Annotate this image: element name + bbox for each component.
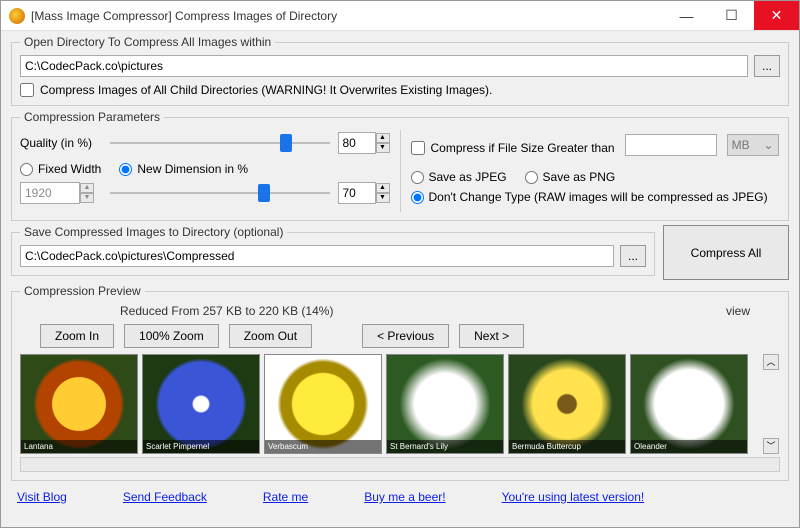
- zoom-100-button[interactable]: 100% Zoom: [124, 324, 219, 348]
- fixed-width-radio[interactable]: [20, 163, 33, 176]
- save-jpeg-radio[interactable]: [411, 171, 424, 184]
- dont-change-radio[interactable]: [411, 191, 424, 204]
- quality-value-input[interactable]: [338, 132, 376, 154]
- dimension-spinner[interactable]: ▲▼: [338, 182, 390, 204]
- next-button[interactable]: Next >: [459, 324, 524, 348]
- app-window: [Mass Image Compressor] Compress Images …: [0, 0, 800, 528]
- rate-me-link[interactable]: Rate me: [263, 490, 308, 504]
- filesize-checkbox[interactable]: [411, 141, 425, 155]
- chevron-down-icon: ⌄: [764, 135, 774, 155]
- minimize-button[interactable]: —: [664, 1, 709, 30]
- thumbnail[interactable]: Scarlet Pimpernel: [142, 354, 260, 454]
- app-icon: [9, 8, 25, 24]
- filesize-unit-select[interactable]: MB ⌄: [727, 134, 779, 156]
- dimension-slider[interactable]: [110, 182, 330, 204]
- fixed-width-down-icon: ▼: [80, 193, 94, 203]
- quality-down-icon[interactable]: ▼: [376, 143, 390, 153]
- quality-spinner[interactable]: ▲▼: [338, 132, 390, 154]
- thumbnail[interactable]: Oleander: [630, 354, 748, 454]
- maximize-button[interactable]: ☐: [709, 1, 754, 30]
- send-feedback-link[interactable]: Send Feedback: [123, 490, 207, 504]
- fixed-width-radio-label[interactable]: Fixed Width: [20, 162, 101, 176]
- compression-parameters-group: Compression Parameters Quality (in %) ▲▼: [11, 110, 789, 221]
- quality-slider[interactable]: [110, 132, 330, 154]
- thumbnail-strip: Lantana Scarlet Pimpernel Verbascum St B…: [20, 354, 756, 454]
- zoom-out-button[interactable]: Zoom Out: [229, 324, 312, 348]
- open-directory-legend: Open Directory To Compress All Images wi…: [20, 35, 275, 49]
- scroll-down-icon[interactable]: ﹀: [763, 438, 779, 454]
- preview-info: Reduced From 257 KB to 220 KB (14%): [120, 304, 333, 318]
- dimension-down-icon[interactable]: ▼: [376, 193, 390, 203]
- child-directories-checkbox[interactable]: [20, 83, 34, 97]
- filesize-value-input[interactable]: [625, 134, 717, 156]
- scroll-up-icon[interactable]: ︿: [763, 354, 779, 370]
- buy-beer-link[interactable]: Buy me a beer!: [364, 490, 445, 504]
- vertical-scrollbar[interactable]: ︿ ﹀: [762, 354, 780, 454]
- child-directories-checkbox-label[interactable]: Compress Images of All Child Directories…: [20, 83, 780, 97]
- dimension-value-input[interactable]: [338, 182, 376, 204]
- footer-links: Visit Blog Send Feedback Rate me Buy me …: [11, 485, 789, 504]
- directory-input[interactable]: [20, 55, 748, 77]
- titlebar: [Mass Image Compressor] Compress Images …: [1, 1, 799, 31]
- save-png-radio[interactable]: [525, 171, 538, 184]
- preview-legend: Compression Preview: [20, 284, 145, 298]
- filesize-checkbox-label[interactable]: Compress if File Size Greater than: [411, 141, 615, 155]
- save-directory-input[interactable]: [20, 245, 614, 267]
- fixed-width-up-icon: ▲: [80, 183, 94, 193]
- open-directory-group: Open Directory To Compress All Images wi…: [11, 35, 789, 106]
- horizontal-scrollbar[interactable]: [20, 457, 780, 472]
- close-button[interactable]: ✕: [754, 1, 799, 30]
- quality-up-icon[interactable]: ▲: [376, 133, 390, 143]
- content-area: Open Directory To Compress All Images wi…: [1, 31, 799, 527]
- window-title: [Mass Image Compressor] Compress Images …: [31, 9, 664, 23]
- new-dimension-radio[interactable]: [119, 163, 132, 176]
- quality-label: Quality (in %): [20, 136, 102, 150]
- preview-group: Compression Preview Reduced From 257 KB …: [11, 284, 789, 481]
- compress-all-button[interactable]: Compress All: [663, 225, 789, 280]
- save-png-radio-label[interactable]: Save as PNG: [525, 170, 616, 184]
- zoom-in-button[interactable]: Zoom In: [40, 324, 114, 348]
- visit-blog-link[interactable]: Visit Blog: [17, 490, 67, 504]
- thumbnail[interactable]: Bermuda Buttercup: [508, 354, 626, 454]
- save-jpeg-radio-label[interactable]: Save as JPEG: [411, 170, 507, 184]
- thumbnail[interactable]: Verbascum: [264, 354, 382, 454]
- fixed-width-value: [20, 182, 80, 204]
- fixed-width-spinner: ▲▼: [20, 182, 102, 204]
- view-label: view: [726, 304, 750, 318]
- version-link[interactable]: You're using latest version!: [502, 490, 645, 504]
- new-dimension-radio-label[interactable]: New Dimension in %: [119, 162, 248, 176]
- save-directory-legend: Save Compressed Images to Directory (opt…: [20, 225, 287, 239]
- previous-button[interactable]: < Previous: [362, 324, 449, 348]
- compression-parameters-legend: Compression Parameters: [20, 110, 164, 124]
- browse-directory-button[interactable]: ...: [754, 55, 780, 77]
- dimension-up-icon[interactable]: ▲: [376, 183, 390, 193]
- browse-save-button[interactable]: ...: [620, 245, 646, 267]
- thumbnail[interactable]: Lantana: [20, 354, 138, 454]
- save-directory-group: Save Compressed Images to Directory (opt…: [11, 225, 655, 276]
- thumbnail[interactable]: St Bernard's Lily: [386, 354, 504, 454]
- dont-change-radio-label[interactable]: Don't Change Type (RAW images will be co…: [411, 190, 768, 204]
